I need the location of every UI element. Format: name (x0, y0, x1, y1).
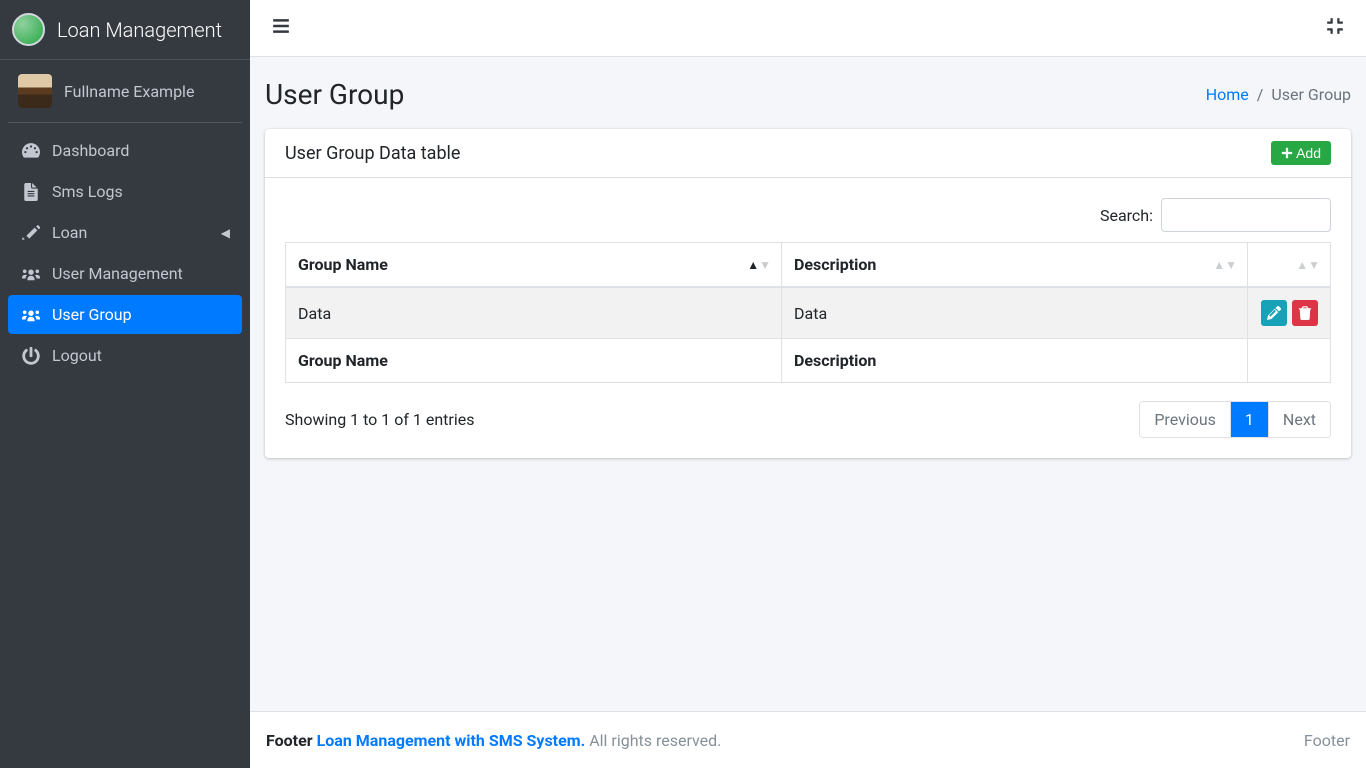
sidebar-item-label: User Group (52, 305, 132, 324)
pencil-icon (1267, 306, 1281, 320)
sidebar-nav: Dashboard Sms Logs Loan ◀ User Managemen… (0, 123, 250, 385)
document-icon (20, 183, 42, 201)
dashboard-icon (20, 142, 42, 160)
fullscreen-toggle-button[interactable] (1320, 11, 1350, 45)
users-icon (20, 306, 42, 324)
edit-icon (20, 224, 42, 242)
sidebar-item-user-group[interactable]: User Group (8, 295, 242, 334)
pagination-next[interactable]: Next (1269, 402, 1330, 437)
chevron-left-icon: ◀ (221, 226, 230, 240)
card-user-group: User Group Data table Add Search: Group … (265, 129, 1351, 458)
user-panel[interactable]: Fullname Example (8, 60, 242, 123)
pagination-page-1[interactable]: 1 (1231, 402, 1269, 437)
compress-icon (1326, 17, 1344, 35)
topbar (250, 0, 1366, 57)
sidebar-item-label: Sms Logs (52, 182, 123, 201)
breadcrumb-separator: / (1257, 85, 1264, 104)
cell-description: Data (782, 287, 1248, 339)
cell-group-name: Data (286, 287, 782, 339)
sidebar: Loan Management Fullname Example Dashboa… (0, 0, 250, 768)
datatable: Group Name ▲▼ Description ▲▼ ▲▼ (285, 242, 1331, 383)
sidebar-item-logout[interactable]: Logout (8, 336, 242, 375)
card-header: User Group Data table Add (265, 129, 1351, 178)
pagination-previous[interactable]: Previous (1140, 402, 1231, 437)
sort-icon: ▲▼ (1296, 259, 1320, 271)
sidebar-item-sms-logs[interactable]: Sms Logs (8, 172, 242, 211)
column-header-actions[interactable]: ▲▼ (1248, 243, 1331, 288)
brand-title: Loan Management (57, 18, 222, 42)
column-footer-group-name: Group Name (286, 339, 782, 383)
datatable-info: Showing 1 to 1 of 1 entries (285, 410, 474, 429)
footer-left: Footer Loan Management with SMS System. … (266, 731, 721, 750)
sidebar-item-label: Logout (52, 346, 102, 365)
power-icon (20, 347, 42, 365)
avatar (18, 74, 52, 108)
page-title: User Group (265, 78, 404, 111)
column-footer-actions (1248, 339, 1331, 383)
footer: Footer Loan Management with SMS System. … (250, 711, 1366, 768)
content-header: User Group Home / User Group (265, 72, 1351, 129)
footer-link[interactable]: Loan Management with SMS System. (317, 731, 586, 750)
user-fullname: Fullname Example (64, 82, 194, 101)
breadcrumb-current: User Group (1271, 85, 1351, 104)
search-input[interactable] (1161, 198, 1331, 232)
add-button[interactable]: Add (1271, 141, 1331, 165)
column-footer-description: Description (782, 339, 1248, 383)
column-header-group-name[interactable]: Group Name ▲▼ (286, 243, 782, 288)
brand[interactable]: Loan Management (0, 0, 250, 60)
sidebar-item-loan[interactable]: Loan ◀ (8, 213, 242, 252)
sidebar-item-label: Loan (52, 223, 87, 242)
menu-toggle-button[interactable] (266, 11, 296, 45)
delete-row-button[interactable] (1292, 300, 1318, 326)
card-title: User Group Data table (285, 143, 460, 164)
breadcrumb-home-link[interactable]: Home (1206, 85, 1249, 104)
sidebar-item-dashboard[interactable]: Dashboard (8, 131, 242, 170)
content: User Group Home / User Group User Group … (250, 57, 1366, 711)
footer-rights: All rights reserved. (589, 731, 721, 750)
footer-right: Footer (1304, 731, 1350, 750)
pagination: Previous 1 Next (1139, 401, 1331, 438)
datatable-bottom: Showing 1 to 1 of 1 entries Previous 1 N… (285, 401, 1331, 438)
edit-row-button[interactable] (1261, 300, 1287, 326)
search-label: Search: (1100, 206, 1153, 225)
brand-logo-icon (12, 13, 45, 46)
sidebar-item-user-management[interactable]: User Management (8, 254, 242, 293)
sidebar-item-label: Dashboard (52, 141, 129, 160)
add-button-label: Add (1296, 145, 1321, 161)
bars-icon (272, 17, 290, 35)
breadcrumb: Home / User Group (1206, 85, 1351, 104)
card-body: Search: Group Name ▲▼ Description ▲▼ (265, 178, 1351, 458)
sort-icon: ▲▼ (1213, 259, 1237, 271)
footer-prefix: Footer (266, 731, 317, 750)
sidebar-item-label: User Management (52, 264, 183, 283)
users-icon (20, 265, 42, 283)
cell-actions (1248, 287, 1331, 339)
sort-icon: ▲▼ (747, 259, 771, 271)
trash-icon (1298, 306, 1312, 320)
plus-icon (1281, 147, 1293, 159)
table-row: Data Data (286, 287, 1331, 339)
column-header-description[interactable]: Description ▲▼ (782, 243, 1248, 288)
datatable-top: Search: (285, 198, 1331, 232)
